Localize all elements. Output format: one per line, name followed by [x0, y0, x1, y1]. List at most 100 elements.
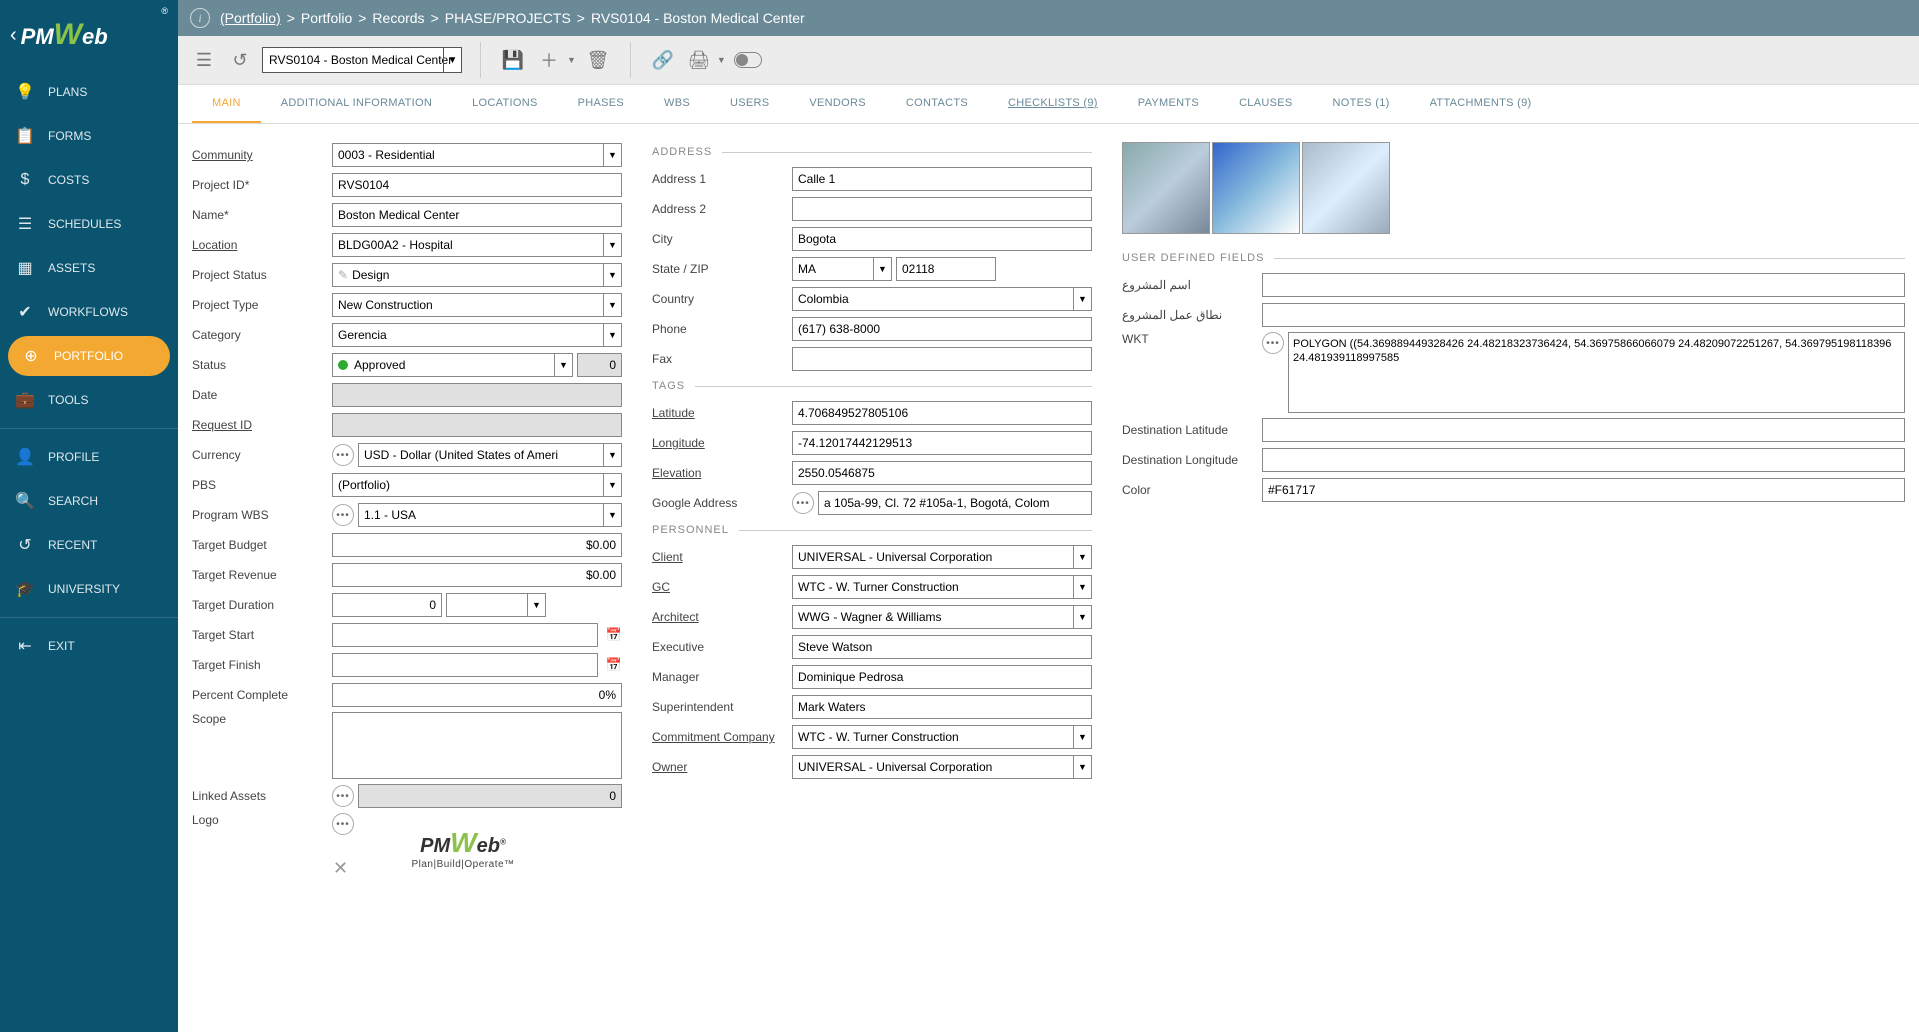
pbs-select[interactable]: (Portfolio)▼: [332, 473, 622, 497]
executive-input[interactable]: [792, 635, 1092, 659]
calendar-icon[interactable]: 📅: [606, 656, 622, 674]
wkt-textarea[interactable]: POLYGON ((54.369889449328426 24.48218323…: [1288, 332, 1905, 413]
project-type-select[interactable]: New Construction▼: [332, 293, 622, 317]
delete-icon[interactable]: 🗑: [584, 46, 612, 74]
target-duration-input[interactable]: [332, 593, 442, 617]
color-input[interactable]: [1262, 478, 1905, 502]
ellipsis-button[interactable]: •••: [332, 813, 354, 835]
scope-textarea[interactable]: [332, 712, 622, 779]
list-icon[interactable]: ☰: [190, 46, 218, 74]
nav-tools[interactable]: 💼TOOLS: [0, 378, 178, 422]
breadcrumb-root[interactable]: (Portfolio): [220, 10, 281, 26]
ellipsis-button[interactable]: •••: [792, 492, 814, 514]
dest-lng-input[interactable]: [1262, 448, 1905, 472]
label-latitude[interactable]: Latitude: [652, 406, 792, 420]
label-community[interactable]: Community: [192, 148, 332, 162]
breadcrumb-item[interactable]: Records: [372, 10, 424, 26]
gc-select[interactable]: WTC - W. Turner Construction▼: [792, 575, 1092, 599]
close-icon[interactable]: ✕: [333, 858, 348, 879]
client-select[interactable]: UNIVERSAL - Universal Corporation▼: [792, 545, 1092, 569]
add-icon[interactable]: ＋: [535, 46, 563, 74]
nav-portfolio[interactable]: ⊕PORTFOLIO: [8, 336, 170, 376]
nav-exit[interactable]: ⇤EXIT: [0, 624, 178, 668]
fax-input[interactable]: [792, 347, 1092, 371]
tab-phases[interactable]: PHASES: [558, 85, 644, 123]
tab-locations[interactable]: LOCATIONS: [452, 85, 557, 123]
program-wbs-select[interactable]: 1.1 - USA▼: [358, 503, 622, 527]
thumbnail-image[interactable]: [1122, 142, 1210, 234]
tab-main[interactable]: MAIN: [192, 85, 261, 123]
nav-search[interactable]: 🔍SEARCH: [0, 479, 178, 523]
ellipsis-button[interactable]: •••: [332, 504, 354, 526]
toggle-switch[interactable]: [734, 46, 762, 74]
nav-university[interactable]: 🎓UNIVERSITY: [0, 567, 178, 611]
breadcrumb-item[interactable]: Portfolio: [301, 10, 352, 26]
community-select[interactable]: 0003 - Residential▼: [332, 143, 622, 167]
link-icon[interactable]: 🔗: [649, 46, 677, 74]
name-input[interactable]: [332, 203, 622, 227]
tab-users[interactable]: USERS: [710, 85, 789, 123]
target-finish-input[interactable]: [332, 653, 598, 677]
label-client[interactable]: Client: [652, 550, 792, 564]
location-select[interactable]: BLDG00A2 - Hospital▼: [332, 233, 622, 257]
thumbnail-image[interactable]: [1212, 142, 1300, 234]
thumbnail-image[interactable]: [1302, 142, 1390, 234]
save-icon[interactable]: 💾: [499, 46, 527, 74]
city-input[interactable]: [792, 227, 1092, 251]
target-budget-input[interactable]: [332, 533, 622, 557]
ellipsis-button[interactable]: •••: [1262, 332, 1284, 354]
label-longitude[interactable]: Longitude: [652, 436, 792, 450]
tab-contacts[interactable]: CONTACTS: [886, 85, 988, 123]
label-owner[interactable]: Owner: [652, 760, 792, 774]
currency-select[interactable]: USD - Dollar (United States of Ameri▼: [358, 443, 622, 467]
owner-select[interactable]: UNIVERSAL - Universal Corporation▼: [792, 755, 1092, 779]
ellipsis-button[interactable]: •••: [332, 444, 354, 466]
elevation-input[interactable]: [792, 461, 1092, 485]
nav-workflows[interactable]: ✔WORKFLOWS: [0, 290, 178, 334]
country-select[interactable]: Colombia▼: [792, 287, 1092, 311]
state-select[interactable]: MA▼: [792, 257, 892, 281]
label-gc[interactable]: GC: [652, 580, 792, 594]
info-icon[interactable]: i: [190, 8, 210, 28]
duration-unit-select[interactable]: ▼: [446, 593, 546, 617]
longitude-input[interactable]: [792, 431, 1092, 455]
manager-input[interactable]: [792, 665, 1092, 689]
udf1-input[interactable]: [1262, 273, 1905, 297]
nav-costs[interactable]: $COSTS: [0, 158, 178, 202]
target-start-input[interactable]: [332, 623, 598, 647]
target-revenue-input[interactable]: [332, 563, 622, 587]
label-request-id[interactable]: Request ID: [192, 418, 332, 432]
tab-attachments[interactable]: ATTACHMENTS (9): [1410, 85, 1552, 123]
tab-clauses[interactable]: CLAUSES: [1219, 85, 1312, 123]
address1-input[interactable]: [792, 167, 1092, 191]
record-selector[interactable]: RVS0104 - Boston Medical Center ▼: [262, 47, 462, 73]
tab-notes[interactable]: NOTES (1): [1313, 85, 1410, 123]
nav-schedules[interactable]: ☰SCHEDULES: [0, 202, 178, 246]
tab-additional-information[interactable]: ADDITIONAL INFORMATION: [261, 85, 452, 123]
nav-recent[interactable]: ↺RECENT: [0, 523, 178, 567]
calendar-icon[interactable]: 📅: [606, 626, 622, 644]
dest-lat-input[interactable]: [1262, 418, 1905, 442]
percent-complete-input[interactable]: [332, 683, 622, 707]
phone-input[interactable]: [792, 317, 1092, 341]
google-address-input[interactable]: [818, 491, 1092, 515]
print-icon[interactable]: 🖨: [685, 46, 713, 74]
nav-assets[interactable]: ▦ASSETS: [0, 246, 178, 290]
chevron-down-icon[interactable]: ▼: [717, 55, 726, 65]
commitment-company-select[interactable]: WTC - W. Turner Construction▼: [792, 725, 1092, 749]
latitude-input[interactable]: [792, 401, 1092, 425]
tab-vendors[interactable]: VENDORS: [789, 85, 886, 123]
tab-wbs[interactable]: WBS: [644, 85, 710, 123]
breadcrumb-item[interactable]: PHASE/PROJECTS: [445, 10, 571, 26]
nav-profile[interactable]: 👤PROFILE: [0, 435, 178, 479]
category-select[interactable]: Gerencia▼: [332, 323, 622, 347]
label-elevation[interactable]: Elevation: [652, 466, 792, 480]
label-location[interactable]: Location: [192, 238, 332, 252]
ellipsis-button[interactable]: •••: [332, 785, 354, 807]
tab-payments[interactable]: PAYMENTS: [1118, 85, 1219, 123]
project-status-select[interactable]: ✎Design▼: [332, 263, 622, 287]
chevron-down-icon[interactable]: ▼: [567, 55, 576, 65]
project-id-input[interactable]: [332, 173, 622, 197]
label-commitment-company[interactable]: Commitment Company: [652, 730, 792, 744]
nav-plans[interactable]: 💡PLANS: [0, 70, 178, 114]
